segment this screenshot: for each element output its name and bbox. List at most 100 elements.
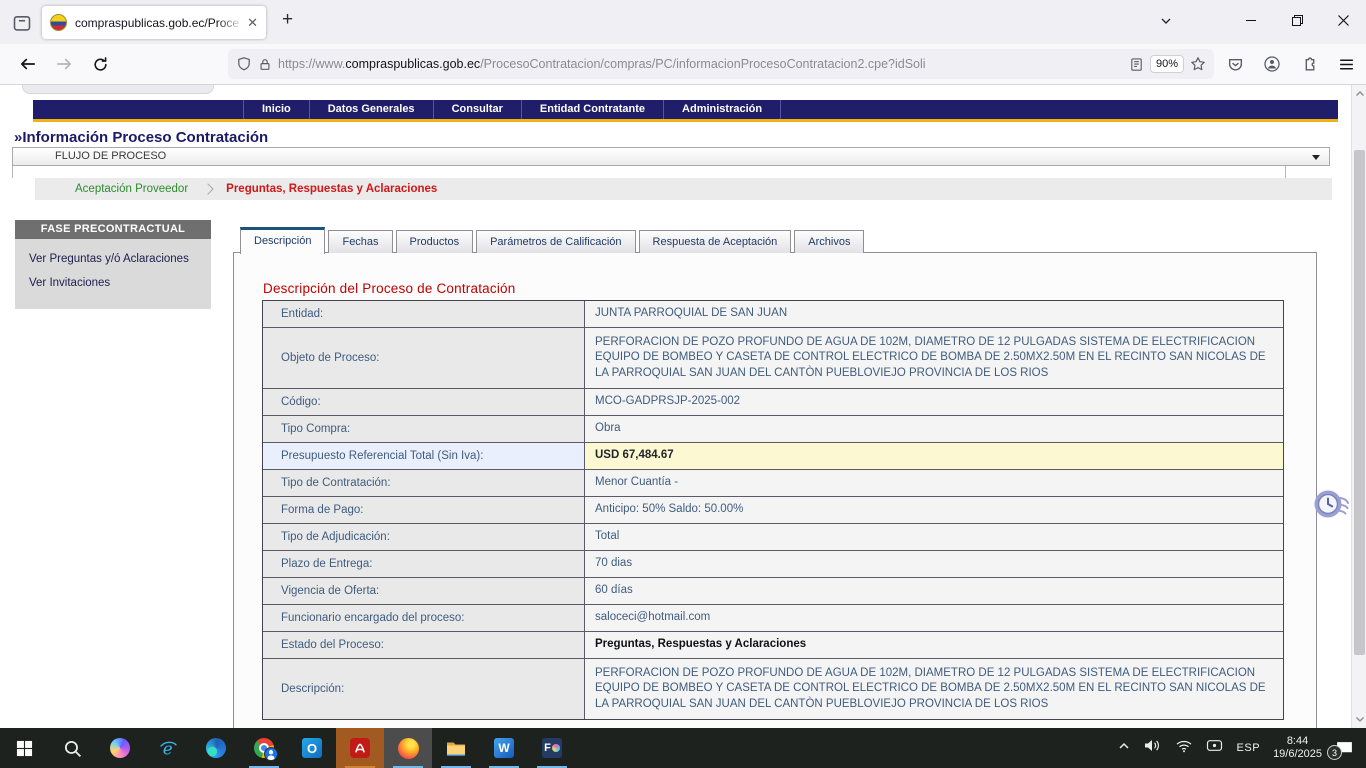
breadcrumb-step-aceptacion-proveedor[interactable]: Aceptación Proveedor: [75, 183, 188, 195]
reload-button[interactable]: [86, 50, 114, 78]
row-value: USD 67,484.67: [585, 443, 1283, 469]
tab-parametros-de-calificacion[interactable]: Parámetros de Calificación: [476, 230, 635, 253]
list-tabs-chevron-icon[interactable]: [1158, 13, 1174, 34]
table-row-presupuesto-referencial-total-sin-iva: Presupuesto Referencial Total (Sin Iva):…: [263, 443, 1283, 470]
row-label: Forma de Pago:: [263, 497, 585, 523]
row-label: Entidad:: [263, 301, 585, 327]
taskbar-search-icon[interactable]: [48, 728, 96, 768]
taskbar-start-icon[interactable]: [0, 728, 48, 768]
taskbar-acrobat-icon[interactable]: [336, 728, 384, 768]
row-value: MCO-GADPRSJP-2025-002: [585, 389, 1283, 415]
flujo-panel-edge: [12, 166, 1286, 178]
row-label: Tipo Compra:: [263, 416, 585, 442]
lock-icon[interactable]: [258, 57, 272, 72]
row-label: Funcionario encargado del proceso:: [263, 605, 585, 631]
url-bar[interactable]: https://www.compraspublicas.gob.ec/Proce…: [228, 49, 1214, 79]
row-value: Total: [585, 524, 1283, 550]
table-row-tipo-de-contratacion: Tipo de Contratación:Menor Cuantía -: [263, 470, 1283, 497]
language-indicator[interactable]: ESP: [1237, 742, 1261, 754]
table-row-tipo-de-adjudicacion: Tipo de Adjudicación:Total: [263, 524, 1283, 551]
row-value: Anticipo: 50% Saldo: 50.00%: [585, 497, 1283, 523]
breadcrumb-chevron-icon: [202, 183, 213, 194]
new-tab-button[interactable]: +: [282, 9, 293, 31]
tray-chevron-up-icon[interactable]: [1117, 739, 1131, 758]
row-value: PERFORACION DE POZO PROFUNDO DE AGUA DE …: [585, 659, 1283, 719]
row-label: Estado del Proceso:: [263, 632, 585, 658]
volume-icon[interactable]: [1144, 738, 1162, 758]
taskbar-firefox-icon[interactable]: [384, 728, 432, 768]
scrollbar-thumb[interactable]: [1354, 150, 1365, 655]
restore-button[interactable]: [1274, 0, 1320, 40]
table-row-tipo-compra: Tipo Compra:Obra: [263, 416, 1283, 443]
row-value: 60 días: [585, 578, 1283, 604]
browser-toolbar: https://www.compraspublicas.gob.ec/Proce…: [0, 44, 1366, 85]
tab-descripcion[interactable]: Descripción: [240, 227, 325, 254]
urlbar-dropdown-remnant: [22, 85, 214, 94]
taskbar-copilot-icon[interactable]: [96, 728, 144, 768]
taskbar-chrome-icon[interactable]: [240, 728, 288, 768]
shield-icon[interactable]: [236, 56, 252, 72]
action-center-icon[interactable]: 3: [1335, 740, 1354, 757]
taskbar-edge-icon[interactable]: [192, 728, 240, 768]
minimize-button[interactable]: [1228, 0, 1274, 40]
row-value: Menor Cuantía -: [585, 470, 1283, 496]
extensions-puzzle-icon[interactable]: [1295, 50, 1323, 78]
process-details-table: Entidad:JUNTA PARROQUIAL DE SAN JUANObje…: [262, 300, 1284, 720]
nav-item-entidad-contratante[interactable]: Entidad Contratante: [521, 100, 663, 119]
forward-button[interactable]: [50, 50, 78, 78]
account-icon[interactable]: [1258, 50, 1286, 78]
row-value: Preguntas, Respuestas y Aclaraciones: [585, 632, 1283, 658]
pocket-icon[interactable]: [1221, 50, 1249, 78]
tray-clock[interactable]: 8:44 19/6/2025: [1273, 735, 1322, 761]
row-label: Objeto de Proceso:: [263, 328, 585, 388]
wifi-icon[interactable]: [1175, 739, 1193, 758]
row-label: Tipo de Adjudicación:: [263, 524, 585, 550]
web-page-content: InicioDatos GeneralesConsultarEntidad Co…: [0, 85, 1366, 728]
taskbar-file-explorer-icon[interactable]: [432, 728, 480, 768]
row-label: Tipo de Contratación:: [263, 470, 585, 496]
sidebar-item-ver-preguntas-y-o-aclaraciones[interactable]: Ver Preguntas y/ó Aclaraciones: [15, 247, 211, 271]
floating-clock-widget-icon[interactable]: [1311, 485, 1349, 523]
nav-item-consultar[interactable]: Consultar: [433, 100, 521, 119]
taskbar-word-icon[interactable]: W: [480, 728, 528, 768]
breadcrumb: Aceptación Proveedor Preguntas, Respuest…: [35, 178, 1332, 200]
tray-date: 19/6/2025: [1273, 748, 1322, 761]
row-label: Código:: [263, 389, 585, 415]
sidebar-body: Ver Preguntas y/ó AclaracionesVer Invita…: [15, 239, 211, 309]
menu-hamburger-icon[interactable]: [1332, 50, 1360, 78]
row-value: Obra: [585, 416, 1283, 442]
taskbar-outlook-icon[interactable]: O: [288, 728, 336, 768]
tab-respuesta-de-aceptacion[interactable]: Respuesta de Aceptación: [639, 230, 792, 253]
zoom-level-badge[interactable]: 90%: [1150, 55, 1184, 73]
sidebar-item-ver-invitaciones[interactable]: Ver Invitaciones: [15, 271, 211, 295]
meet-now-icon[interactable]: [1206, 738, 1224, 758]
taskbar-fes-icon[interactable]: F: [528, 728, 576, 768]
table-row-descripcion: Descripción:PERFORACION DE POZO PROFUNDO…: [263, 659, 1283, 719]
tab-fechas[interactable]: Fechas: [328, 230, 392, 253]
taskbar-internet-explorer-icon[interactable]: e: [144, 728, 192, 768]
nav-item-administracion[interactable]: Administración: [663, 100, 781, 119]
scroll-up-icon[interactable]: [1352, 87, 1366, 101]
table-row-plazo-de-entrega: Plazo de Entrega:70 dias: [263, 551, 1283, 578]
nav-item-datos-generales[interactable]: Datos Generales: [309, 100, 433, 119]
close-button[interactable]: [1320, 0, 1366, 40]
tab-close-icon[interactable]: ✕: [247, 16, 258, 29]
detail-tabs: DescripciónFechasProductosParámetros de …: [240, 227, 864, 253]
table-row-codigo: Código:MCO-GADPRSJP-2025-002: [263, 389, 1283, 416]
scroll-down-icon[interactable]: [1352, 712, 1366, 726]
row-label: Descripción:: [263, 659, 585, 719]
url-text: https://www.compraspublicas.gob.ec/Proce…: [278, 57, 1123, 71]
back-button[interactable]: [14, 50, 42, 78]
tab-title: compraspublicas.gob.ec/Proce: [75, 16, 243, 30]
tab-archivos[interactable]: Archivos: [794, 230, 864, 253]
flujo-de-proceso-select[interactable]: FLUJO DE PROCESO: [12, 147, 1330, 166]
reader-view-icon[interactable]: [1129, 57, 1144, 72]
firefox-view-icon[interactable]: [10, 11, 34, 35]
browser-tab[interactable]: compraspublicas.gob.ec/Proce ✕: [42, 6, 266, 39]
row-value: PERFORACION DE POZO PROFUNDO DE AGUA DE …: [585, 328, 1283, 388]
gold-accent-bar: [33, 119, 1338, 122]
page-scrollbar[interactable]: [1351, 85, 1366, 728]
bookmark-star-icon[interactable]: [1190, 56, 1206, 72]
nav-item-inicio[interactable]: Inicio: [243, 100, 309, 119]
tab-productos[interactable]: Productos: [396, 230, 474, 253]
